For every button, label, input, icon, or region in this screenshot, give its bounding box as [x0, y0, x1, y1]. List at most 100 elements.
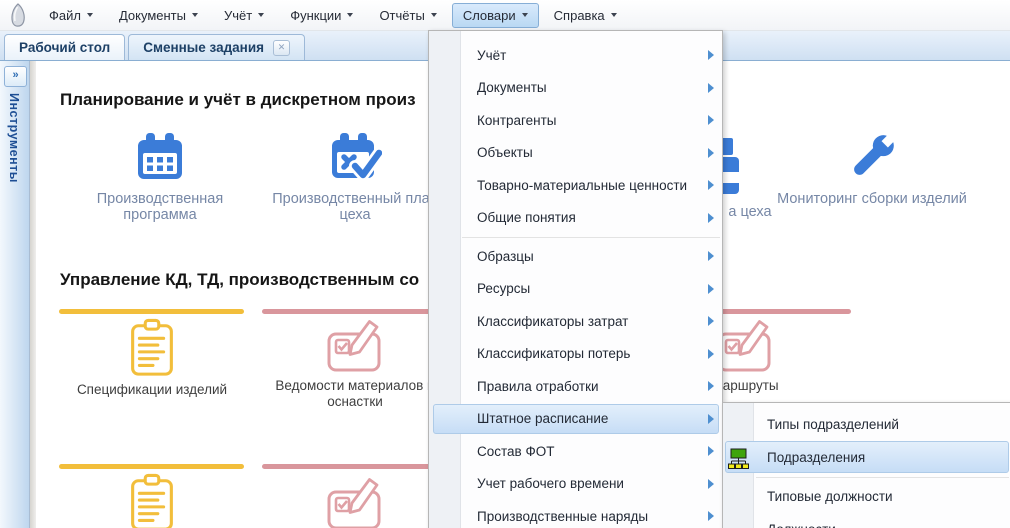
dropdown-item-label: Классификаторы затрат [477, 314, 628, 329]
clipboard-icon [124, 318, 180, 378]
dropdown-item[interactable]: Штатное расписание [429, 403, 722, 436]
submenu-arrow-icon [708, 50, 714, 60]
desktop-item-label: Производственная программа [65, 191, 255, 223]
desktop-item-production-program[interactable]: Производственная программа [65, 130, 255, 223]
dropdown-item[interactable]: Документы [429, 72, 722, 105]
desktop-item-label: Ведомости материалов и оснастки [260, 378, 450, 410]
submenu-item[interactable]: Подразделения [723, 441, 1010, 474]
submenu-arrow-icon [708, 284, 714, 294]
tab[interactable]: Сменные задания ✕ [128, 34, 305, 60]
submenu-arrow-icon [708, 148, 714, 158]
submenu-item-label: Типы подразделений [767, 417, 899, 432]
chevron-down-icon [431, 13, 437, 17]
card-pen-icon [326, 476, 384, 528]
expand-sidebar-button[interactable]: » [4, 66, 27, 87]
menubar-item-label: Файл [49, 8, 81, 23]
submenu-arrow-icon [708, 83, 714, 93]
menubar-item[interactable]: Файл [38, 3, 104, 28]
menubar-item[interactable]: Функции [279, 3, 364, 28]
menubar-item[interactable]: Словари [452, 3, 539, 28]
desktop-item-partial-clipboard[interactable] [57, 473, 247, 528]
submenu-arrow-icon [708, 115, 714, 125]
menubar-item[interactable]: Справка [543, 3, 628, 28]
section-title-management: Управление КД, ТД, производственным со [60, 270, 419, 290]
menubar-item[interactable]: Учёт [213, 3, 275, 28]
item-accent-bar [262, 309, 447, 314]
dropdown-item-label: Образцы [477, 249, 534, 264]
submenu-item-label: Типовые должности [767, 489, 893, 504]
dropdown-item-label: Классификаторы потерь [477, 346, 630, 361]
menubar-item[interactable]: Отчёты [368, 3, 447, 28]
dropdown-item[interactable]: Учёт [429, 39, 722, 72]
dropdown-item-label: Общие понятия [477, 210, 576, 225]
submenu-item[interactable]: Типовые должности [723, 480, 1010, 513]
org-chart-icon [727, 447, 749, 469]
dropdown-item-label: Объекты [477, 145, 533, 160]
desktop-item-specifications[interactable]: Спецификации изделий [57, 318, 247, 398]
dropdown-item[interactable]: Товарно-материальные ценности [429, 169, 722, 202]
submenu-item-label: Должности [767, 522, 836, 528]
submenu-arrow-icon [708, 479, 714, 489]
dropdown-item-label: Учёт [477, 48, 506, 63]
menubar-item-label: Словари [463, 8, 516, 23]
submenu-item[interactable]: Должности [723, 513, 1010, 528]
card-pen-icon [716, 318, 774, 374]
submenu-arrow-icon [708, 316, 714, 326]
tab-label: Рабочий стол [19, 40, 110, 55]
sidebar-tools[interactable]: » Инструменты [0, 61, 30, 528]
dropdown-item[interactable]: Правила отработки [429, 370, 722, 403]
chevron-down-icon [611, 13, 617, 17]
card-pen-icon [326, 318, 384, 374]
dropdown-item-label: Документы [477, 80, 547, 95]
chevron-down-icon [522, 13, 528, 17]
dropdown-item[interactable]: Общие понятия [429, 202, 722, 235]
desktop-item-label: Производственный план цеха [260, 191, 450, 223]
chevron-down-icon [87, 13, 93, 17]
submenu-item[interactable]: Типы подразделений [723, 408, 1010, 441]
tab[interactable]: Рабочий стол [4, 34, 125, 60]
desktop-item-shop-plan[interactable]: Производственный план цеха [260, 130, 450, 223]
dropdown-item[interactable]: Производственные наряды [429, 500, 722, 528]
dropdown-item[interactable]: Объекты [429, 137, 722, 170]
dropdown-item[interactable]: Состав ФОТ [429, 435, 722, 468]
dropdown-item-label: Контрагенты [477, 113, 557, 128]
sidebar-gap [30, 61, 36, 528]
close-icon[interactable]: ✕ [273, 40, 290, 56]
submenu-arrow-icon [708, 511, 714, 521]
desktop-item-assembly-monitoring[interactable]: Мониторинг сборки изделий [777, 130, 967, 207]
submenu-arrow-icon [708, 213, 714, 223]
submenu-arrow-icon [708, 349, 714, 359]
chevron-down-icon [258, 13, 264, 17]
item-accent-bar [262, 464, 447, 469]
dropdown-item-label: Товарно-материальные ценности [477, 178, 687, 193]
item-accent-bar [59, 464, 244, 469]
item-accent-bar [59, 309, 244, 314]
clipboard-icon [124, 473, 180, 528]
tab-label: Сменные задания [143, 40, 264, 55]
dropdown-item[interactable]: Образцы [429, 240, 722, 273]
calendar-grid-icon [133, 130, 187, 184]
submenu-staff-schedule: Типы подразделений Подразделения Типовые… [722, 402, 1010, 528]
dropdown-item[interactable]: Учет рабочего времени [429, 468, 722, 501]
menubar-item-label: Справка [554, 8, 605, 23]
menubar-item[interactable]: Документы [108, 3, 209, 28]
wrench-icon [845, 130, 899, 184]
desktop-item-label: Спецификации изделий [77, 382, 227, 398]
calendar-check-icon [328, 130, 382, 184]
app-logo-icon [8, 2, 30, 28]
dropdown-item-label: Учет рабочего времени [477, 476, 624, 491]
desktop-item-partial-card[interactable] [260, 476, 450, 528]
dropdown-item-label: Состав ФОТ [477, 444, 554, 459]
chevron-down-icon [347, 13, 353, 17]
dropdown-item-label: Ресурсы [477, 281, 530, 296]
menu-items: Файл Документы Учёт Функции Отчёты Слова… [38, 3, 632, 28]
desktop-item-material-lists[interactable]: Ведомости материалов и оснастки [260, 318, 450, 410]
dropdown-item[interactable]: Классификаторы потерь [429, 338, 722, 371]
menubar-item-label: Учёт [224, 8, 252, 23]
submenu-arrow-icon [708, 251, 714, 261]
dropdown-item[interactable]: Ресурсы [429, 273, 722, 306]
submenu-arrow-icon [708, 381, 714, 391]
menubar-item-label: Документы [119, 8, 186, 23]
dropdown-item[interactable]: Контрагенты [429, 104, 722, 137]
dropdown-item[interactable]: Классификаторы затрат [429, 305, 722, 338]
